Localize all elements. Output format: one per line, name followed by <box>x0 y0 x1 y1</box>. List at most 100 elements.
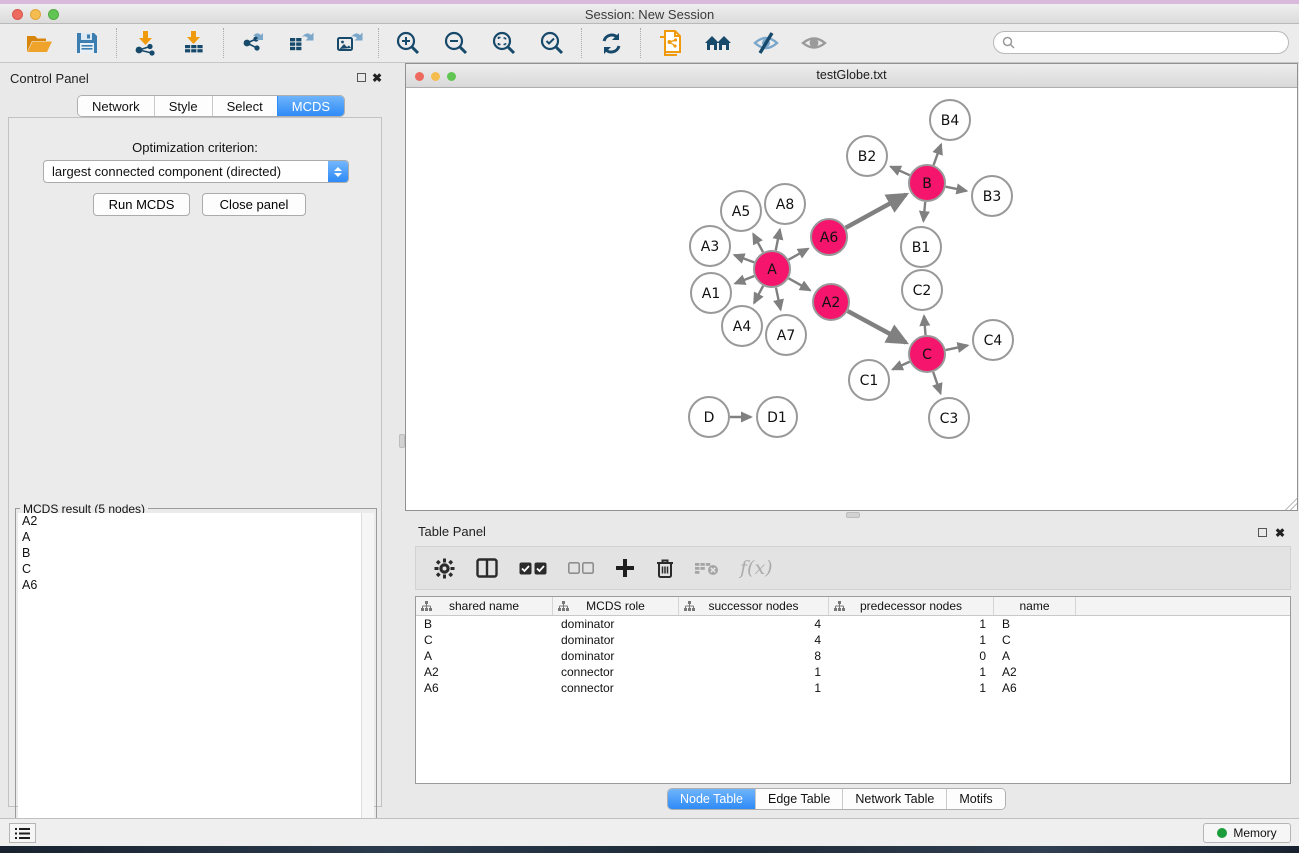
graph-edge-B-B4[interactable] <box>934 144 942 165</box>
refresh-icon[interactable] <box>596 28 626 58</box>
zoom-fit-icon[interactable] <box>489 28 519 58</box>
graph-edge-A-A4[interactable] <box>754 286 763 303</box>
zoom-selected-icon[interactable] <box>537 28 567 58</box>
table-panel-float-icon[interactable] <box>1258 526 1267 540</box>
cell-name[interactable]: A6 <box>994 680 1076 696</box>
graph-edge-B-B2[interactable] <box>891 167 910 176</box>
import-table-icon[interactable] <box>179 28 209 58</box>
cell-successor-nodes[interactable]: 4 <box>679 632 829 648</box>
mcds-result-scrollbar[interactable] <box>361 513 374 850</box>
graph-edge-A6-B[interactable] <box>846 195 906 228</box>
import-network-icon[interactable] <box>131 28 161 58</box>
hide-selected-icon[interactable] <box>751 28 781 58</box>
table-panel-close-icon[interactable]: ✖ <box>1275 526 1285 540</box>
graph-node-A[interactable]: A <box>754 251 790 287</box>
select-all-checkboxes-icon[interactable] <box>519 555 547 581</box>
control-panel-close-icon[interactable]: ✖ <box>372 71 382 85</box>
column-header-shared-name[interactable]: shared name <box>416 597 553 615</box>
mcds-result-item-c[interactable]: C <box>18 561 361 577</box>
task-history-button[interactable] <box>9 823 36 843</box>
graph-node-A5[interactable]: A5 <box>721 191 761 231</box>
graph-edge-B-B1[interactable] <box>923 202 925 221</box>
cell-MCDS-role[interactable]: dominator <box>553 648 679 664</box>
graph-node-A8[interactable]: A8 <box>765 184 805 224</box>
table-row[interactable]: Bdominator41B <box>416 616 1290 632</box>
window-resize-grip[interactable] <box>1285 498 1297 510</box>
criterion-dropdown[interactable]: largest connected component (directed) <box>43 160 349 183</box>
tab-node-table[interactable]: Node Table <box>668 789 755 809</box>
mcds-result-item-a[interactable]: A <box>18 529 361 545</box>
run-mcds-button[interactable]: Run MCDS <box>93 193 190 216</box>
graph-node-D[interactable]: D <box>689 397 729 437</box>
column-view-icon[interactable] <box>476 555 498 581</box>
cell-MCDS-role[interactable]: dominator <box>553 616 679 632</box>
graph-node-A2[interactable]: A2 <box>813 284 849 320</box>
first-neighbors-icon[interactable] <box>703 28 733 58</box>
cell-name[interactable]: C <box>994 632 1076 648</box>
graph-node-A3[interactable]: A3 <box>690 226 730 266</box>
search-field[interactable] <box>993 31 1289 54</box>
graph-node-A7[interactable]: A7 <box>766 315 806 355</box>
graph-edge-C-C4[interactable] <box>946 345 968 350</box>
graph-node-C[interactable]: C <box>909 336 945 372</box>
tab-mcds[interactable]: MCDS <box>277 96 344 116</box>
mcds-result-item-a2[interactable]: A2 <box>18 513 361 529</box>
export-table-icon[interactable] <box>286 28 316 58</box>
graph-edge-B-B3[interactable] <box>946 187 967 191</box>
table-row[interactable]: Cdominator41C <box>416 632 1290 648</box>
cell-successor-nodes[interactable]: 4 <box>679 616 829 632</box>
control-panel-float-icon[interactable] <box>357 71 366 85</box>
graph-node-A4[interactable]: A4 <box>722 306 762 346</box>
table-row[interactable]: A6connector11A6 <box>416 680 1290 696</box>
close-panel-button[interactable]: Close panel <box>202 193 306 216</box>
graph-edge-A-A7[interactable] <box>776 288 781 310</box>
cell-name[interactable]: B <box>994 616 1076 632</box>
column-header-name[interactable]: name <box>994 597 1076 615</box>
graph-edge-A-A6[interactable] <box>789 249 809 260</box>
graph-node-C1[interactable]: C1 <box>849 360 889 400</box>
export-network-icon[interactable] <box>238 28 268 58</box>
graph-edge-A-A5[interactable] <box>753 234 763 252</box>
graph-node-A6[interactable]: A6 <box>811 219 847 255</box>
graph-edge-C-C2[interactable] <box>924 316 925 335</box>
open-session-icon[interactable] <box>24 28 54 58</box>
cell-name[interactable]: A <box>994 648 1076 664</box>
graph-edge-A-A3[interactable] <box>734 255 754 262</box>
tab-select[interactable]: Select <box>212 96 277 116</box>
graph-node-B4[interactable]: B4 <box>930 100 970 140</box>
graph-edge-A-A1[interactable] <box>735 276 754 284</box>
network-vertical-scroll-thumb[interactable] <box>399 434 405 448</box>
memory-button[interactable]: Memory <box>1203 823 1291 843</box>
cell-shared-name[interactable]: C <box>416 632 553 648</box>
delete-column-icon[interactable] <box>656 555 674 581</box>
graph-edge-A2-C[interactable] <box>848 311 906 343</box>
table-row[interactable]: Adominator80A <box>416 648 1290 664</box>
graph-edge-A-A2[interactable] <box>789 278 810 290</box>
cell-shared-name[interactable]: B <box>416 616 553 632</box>
cell-predecessor-nodes[interactable]: 1 <box>829 664 994 680</box>
mcds-result-item-a6[interactable]: A6 <box>18 577 361 593</box>
show-all-icon[interactable] <box>799 28 829 58</box>
function-builder-icon[interactable]: f(x) <box>740 555 773 581</box>
new-network-from-selection-icon[interactable] <box>655 28 685 58</box>
column-header-predecessor-nodes[interactable]: predecessor nodes <box>829 597 994 615</box>
cell-name[interactable]: A2 <box>994 664 1076 680</box>
graph-node-C2[interactable]: C2 <box>902 270 942 310</box>
cell-MCDS-role[interactable]: dominator <box>553 632 679 648</box>
graph-node-B1[interactable]: B1 <box>901 227 941 267</box>
cell-successor-nodes[interactable]: 1 <box>679 680 829 696</box>
search-input[interactable] <box>1020 36 1270 50</box>
tab-style[interactable]: Style <box>154 96 212 116</box>
tab-network-table[interactable]: Network Table <box>842 789 946 809</box>
tab-motifs[interactable]: Motifs <box>946 789 1004 809</box>
graph-edge-A-A8[interactable] <box>776 229 780 250</box>
graph-node-B[interactable]: B <box>909 165 945 201</box>
settings-gear-icon[interactable] <box>434 555 455 581</box>
cell-shared-name[interactable]: A2 <box>416 664 553 680</box>
column-header-successor-nodes[interactable]: successor nodes <box>679 597 829 615</box>
add-column-icon[interactable] <box>615 555 635 581</box>
delete-table-icon[interactable] <box>695 555 719 581</box>
tab-edge-table[interactable]: Edge Table <box>755 789 842 809</box>
zoom-in-icon[interactable] <box>393 28 423 58</box>
graph-node-B3[interactable]: B3 <box>972 176 1012 216</box>
